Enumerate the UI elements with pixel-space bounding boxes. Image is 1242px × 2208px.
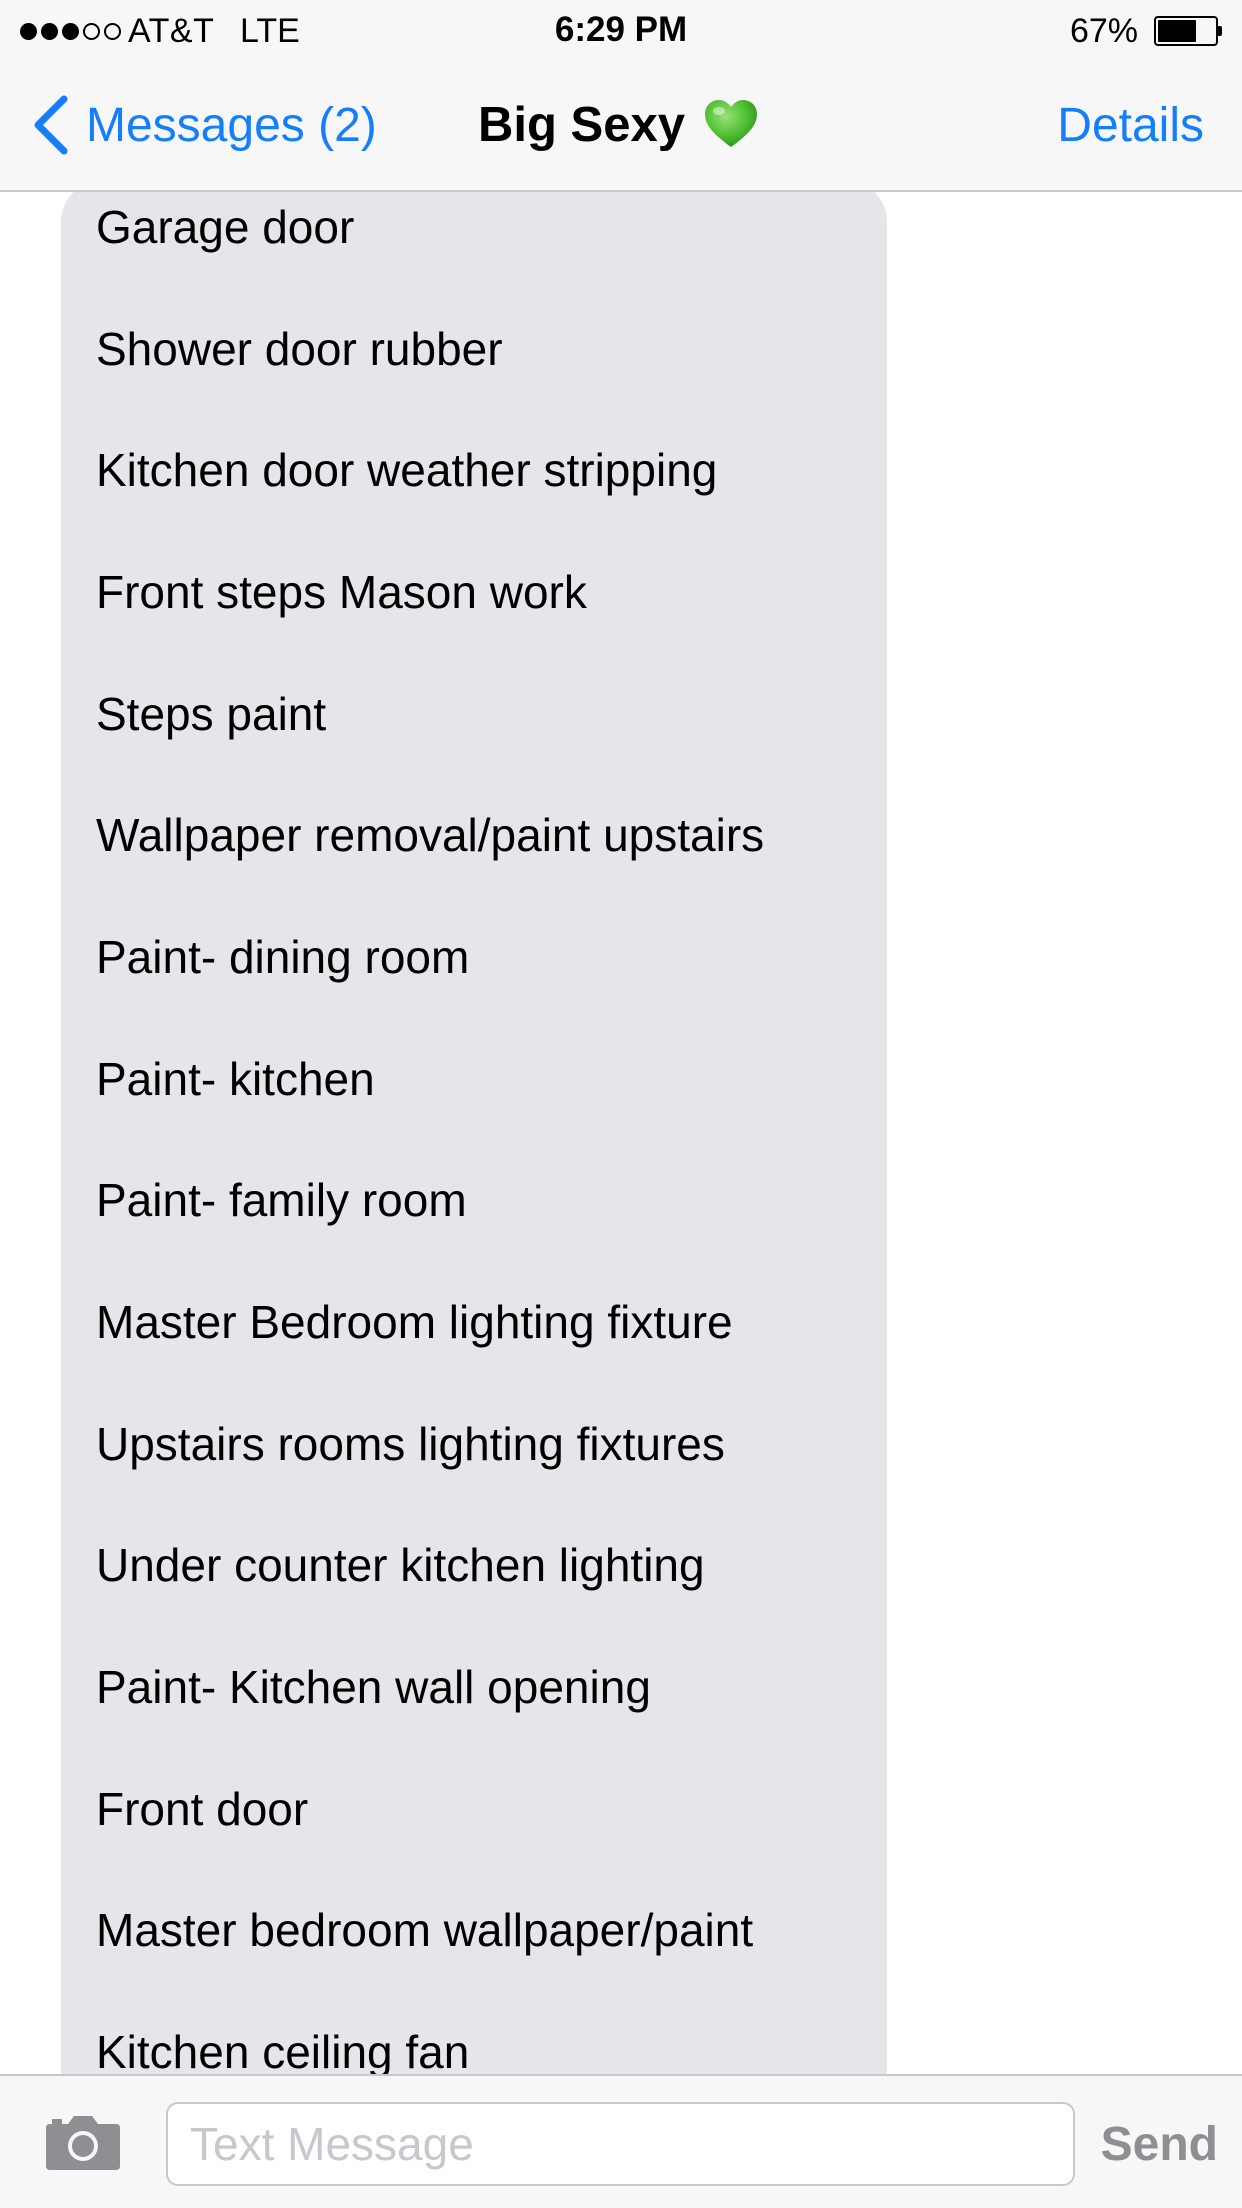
messages-conversation-screen: AT&T LTE 6:29 PM 67% Messages (2) Big Se… — [0, 0, 1242, 2208]
message-line: Garage door — [96, 201, 355, 253]
camera-icon[interactable] — [44, 2110, 122, 2172]
battery-level-fill — [1158, 20, 1196, 42]
send-button[interactable]: Send — [1101, 2102, 1218, 2186]
message-line: Steps paint — [96, 688, 327, 740]
back-button-label: Messages (2) — [86, 98, 377, 152]
contact-name: Big Sexy — [478, 98, 685, 152]
back-to-messages-button[interactable]: Messages (2) — [30, 90, 377, 160]
message-line: Kitchen door weather stripping — [96, 444, 718, 496]
chevron-left-icon — [34, 95, 68, 155]
status-bar: AT&T LTE 6:29 PM 67% — [0, 0, 1242, 60]
details-button[interactable]: Details — [1057, 90, 1204, 160]
message-line: Upstairs rooms lighting fixtures — [96, 1418, 725, 1470]
message-line: Paint- kitchen — [96, 1053, 375, 1105]
green-heart-icon — [704, 100, 757, 147]
message-line: Paint- dining room — [96, 931, 470, 983]
message-line: Front steps Mason work — [96, 566, 587, 618]
text-message-input[interactable] — [166, 2102, 1075, 2186]
battery-icon — [1154, 16, 1222, 46]
navigation-bar: Messages (2) Big Sexy Details — [0, 60, 1242, 190]
conversation-title: Big Sexy — [478, 90, 759, 160]
status-time: 6:29 PM — [554, 10, 688, 49]
message-line: Front door — [96, 1783, 309, 1835]
battery-percentage: 67% — [1069, 12, 1138, 50]
message-line: Paint- family room — [96, 1174, 467, 1226]
message-line: Master Bedroom lighting fixture — [96, 1296, 733, 1348]
message-line: Shower door rubber — [96, 323, 503, 375]
message-line: Master bedroom wallpaper/paint — [96, 1904, 754, 1956]
message-line: Wallpaper removal/paint upstairs — [96, 809, 765, 861]
message-input-bar: Send — [0, 2074, 1242, 2208]
top-bar: AT&T LTE 6:29 PM 67% Messages (2) Big Se… — [0, 0, 1242, 192]
message-line: Kitchen ceiling fan — [96, 2026, 470, 2074]
message-thread[interactable]: Garage door Shower door rubber Kitchen d… — [0, 190, 1242, 2074]
message-line: Paint- Kitchen wall opening — [96, 1661, 651, 1713]
battery-terminal — [1218, 26, 1222, 36]
message-line: Under counter kitchen lighting — [96, 1539, 705, 1591]
